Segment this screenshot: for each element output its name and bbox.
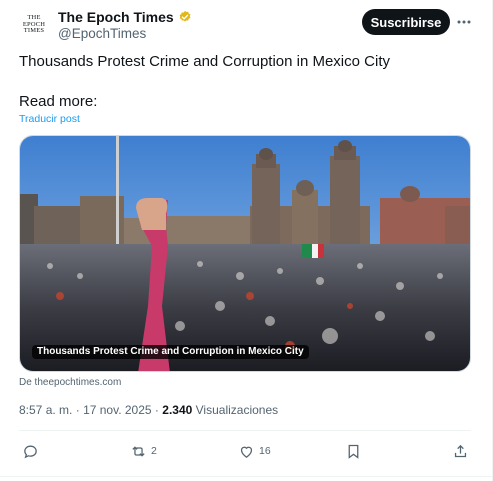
repost-icon: [132, 445, 145, 457]
read-more-text: Read more:: [19, 93, 98, 110]
repost-button[interactable]: 2: [130, 440, 157, 462]
like-count: 16: [259, 445, 271, 457]
card-image: [20, 136, 470, 371]
post-meta: 8:57 a. m. · 17 nov. 2025 · 2.340 Visual…: [19, 402, 278, 418]
author-handle[interactable]: @EpochTimes: [58, 25, 146, 42]
like-button[interactable]: 16: [238, 440, 271, 462]
avatar-text-line-3: TIMES: [23, 27, 45, 35]
post-time[interactable]: 8:57 a. m.: [19, 402, 72, 418]
link-card[interactable]: Thousands Protest Crime and Corruption i…: [19, 135, 471, 372]
translate-post-link[interactable]: Traducir post: [19, 112, 80, 126]
share-button[interactable]: [452, 440, 469, 462]
post-text: Thousands Protest Crime and Corruption i…: [19, 53, 390, 70]
reply-icon: [24, 445, 37, 458]
share-icon: [454, 444, 467, 457]
avatar[interactable]: THE EPOCH TIMES: [19, 10, 49, 40]
reply-button[interactable]: [22, 440, 43, 462]
author-name-row: The Epoch Times: [58, 8, 192, 26]
more-horizontal-icon[interactable]: [454, 12, 474, 32]
subscribe-button[interactable]: Suscribirse: [362, 9, 450, 35]
bookmark-icon: [348, 444, 359, 459]
repost-count: 2: [151, 445, 157, 457]
divider: [19, 430, 471, 431]
display-name[interactable]: The Epoch Times: [58, 8, 174, 26]
action-bar: 2 16: [19, 440, 471, 462]
views-count: 2.340: [162, 403, 193, 417]
heart-icon: [240, 446, 253, 458]
verified-badge-icon: [178, 10, 192, 24]
views-label: Visualizaciones: [195, 403, 279, 417]
post-date[interactable]: 17 nov. 2025: [83, 402, 152, 418]
card-caption: Thousands Protest Crime and Corruption i…: [32, 345, 309, 359]
bookmark-button[interactable]: [345, 440, 362, 462]
card-source[interactable]: De theepochtimes.com: [19, 376, 121, 390]
post-container: THE EPOCH TIMES The Epoch Times @EpochTi…: [0, 0, 493, 481]
bottom-divider: [0, 476, 493, 477]
